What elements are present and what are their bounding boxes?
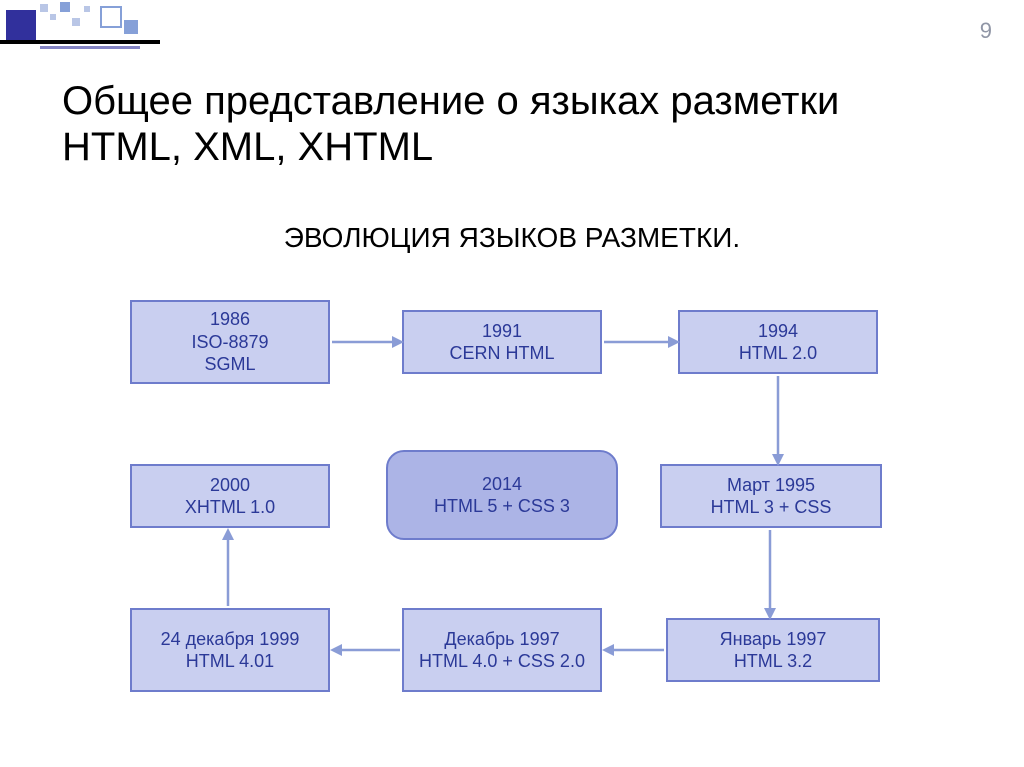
node-label: Март 1995HTML 3 + CSS xyxy=(711,474,832,519)
node-label: 1986ISO-8879SGML xyxy=(191,308,268,376)
node-html401-1999: 24 декабря 1999HTML 4.01 xyxy=(130,608,330,692)
node-label: 2014HTML 5 + CSS 3 xyxy=(434,473,570,518)
slide-subtitle: ЭВОЛЮЦИЯ ЯЗЫКОВ РАЗМЕТКИ. xyxy=(0,222,1024,254)
node-html2-1994: 1994HTML 2.0 xyxy=(678,310,878,374)
node-label: Декабрь 1997HTML 4.0 + CSS 2.0 xyxy=(419,628,585,673)
node-html3-css-1995: Март 1995HTML 3 + CSS xyxy=(660,464,882,528)
node-html40-css2-1997: Декабрь 1997HTML 4.0 + CSS 2.0 xyxy=(402,608,602,692)
node-label: 2000XHTML 1.0 xyxy=(185,474,275,519)
slide-title: Общее представление о языках разметки HT… xyxy=(62,78,962,170)
slide-number: 9 xyxy=(980,18,992,44)
node-html32-1997: Январь 1997HTML 3.2 xyxy=(666,618,880,682)
node-label: 24 декабря 1999HTML 4.01 xyxy=(161,628,300,673)
node-html5-css3-2014: 2014HTML 5 + CSS 3 xyxy=(386,450,618,540)
node-label: Январь 1997HTML 3.2 xyxy=(720,628,827,673)
slide-corner-decoration xyxy=(0,0,160,50)
node-cern-html-1991: 1991CERN HTML xyxy=(402,310,602,374)
node-sgml-1986: 1986ISO-8879SGML xyxy=(130,300,330,384)
node-xhtml1-2000: 2000XHTML 1.0 xyxy=(130,464,330,528)
node-label: 1991CERN HTML xyxy=(449,320,554,365)
node-label: 1994HTML 2.0 xyxy=(739,320,817,365)
